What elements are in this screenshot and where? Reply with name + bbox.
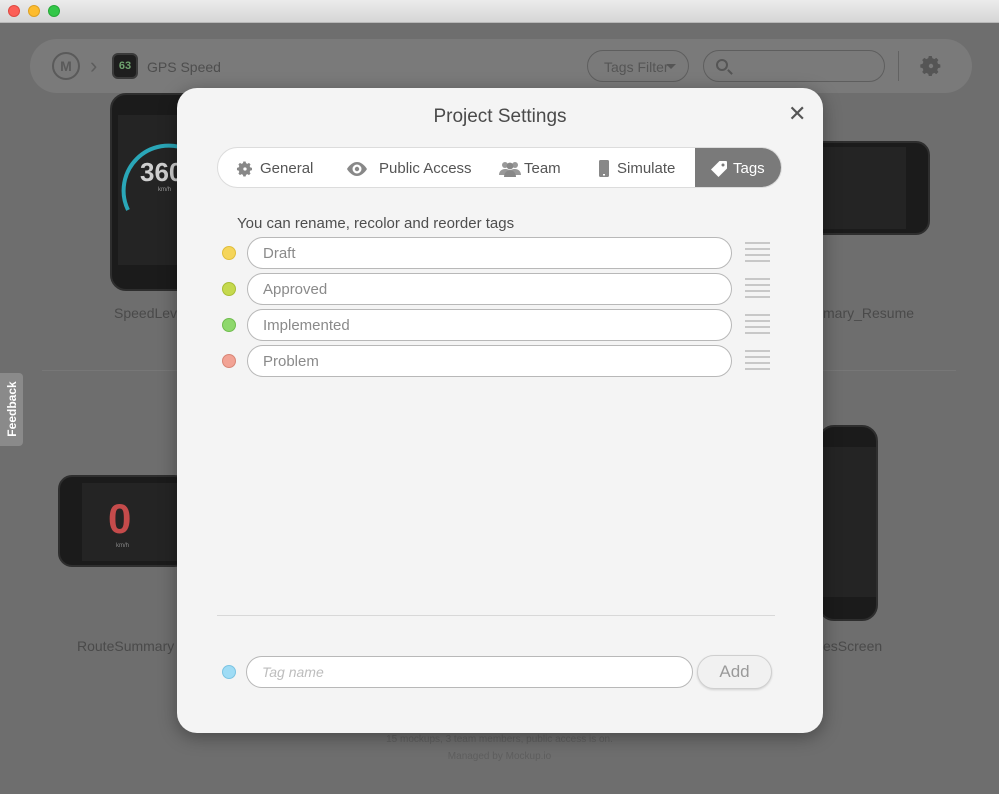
mockup-thumbnail[interactable]: 0 km/h <box>58 475 188 567</box>
tag-color-swatch[interactable] <box>222 246 236 260</box>
dialog-divider <box>217 615 775 616</box>
tab-simulate[interactable]: Simulate <box>599 148 699 187</box>
add-tag-button[interactable]: Add <box>697 655 772 689</box>
tab-label: Team <box>524 160 561 177</box>
drag-handle-icon[interactable] <box>745 314 770 336</box>
gear-icon[interactable] <box>919 54 943 78</box>
tag-color-swatch[interactable] <box>222 318 236 332</box>
mockup-label[interactable]: SpeedLev <box>114 305 177 321</box>
tag-color-swatch[interactable] <box>222 282 236 296</box>
feedback-tab[interactable]: Feedback <box>0 373 23 446</box>
mockup-thumbnail[interactable] <box>818 425 878 621</box>
window-close-button[interactable] <box>8 5 20 17</box>
tag-row <box>217 309 777 341</box>
close-icon[interactable]: ✕ <box>788 103 806 125</box>
mockup-label[interactable]: esScreen <box>823 638 882 654</box>
thumbnail-unit: km/h <box>158 187 172 193</box>
eye-icon <box>347 161 367 176</box>
project-name[interactable]: GPS Speed <box>147 59 221 75</box>
tab-general[interactable]: General <box>218 148 328 187</box>
tab-label: Simulate <box>617 160 676 177</box>
window-titlebar <box>0 0 999 23</box>
feedback-label: Feedback <box>5 381 19 437</box>
app-icon[interactable]: 63 <box>112 53 138 79</box>
new-tag-color-swatch[interactable] <box>222 665 236 679</box>
tab-tags[interactable]: Tags <box>695 148 781 187</box>
tags-filter-dropdown[interactable]: Tags Filter <box>587 50 689 82</box>
breadcrumb-chevron-icon: › <box>90 53 98 78</box>
tag-icon <box>711 160 727 177</box>
tab-label: General <box>260 160 314 177</box>
window-maximize-button[interactable] <box>48 5 60 17</box>
drag-handle-icon[interactable] <box>745 278 770 300</box>
tab-label: Tags <box>733 160 765 177</box>
project-settings-dialog: Project Settings ✕ General Public Access <box>177 88 823 733</box>
toolbar-divider <box>898 51 899 81</box>
tag-name-field[interactable] <box>247 309 732 341</box>
settings-tabbar: General Public Access Team Simulate Tags <box>217 147 782 188</box>
window-minimize-button[interactable] <box>28 5 40 17</box>
tags-filter-label: Tags Filter <box>604 59 669 75</box>
phone-icon <box>599 160 609 177</box>
tab-team[interactable]: Team <box>499 148 579 187</box>
tag-row <box>217 237 777 269</box>
gear-icon <box>236 161 253 176</box>
top-navigation-bar: M › 63 GPS Speed Tags Filter <box>30 39 972 93</box>
new-tag-name-input[interactable] <box>246 656 693 688</box>
mockup-label[interactable]: mary_Resume <box>823 305 914 321</box>
dialog-title: Project Settings <box>433 106 567 127</box>
drag-handle-icon[interactable] <box>745 350 770 372</box>
new-tag-row: Add <box>217 655 777 689</box>
search-icon <box>716 59 728 71</box>
thumbnail-unit: km/h <box>116 543 130 549</box>
tab-public-access[interactable]: Public Access <box>345 148 485 187</box>
mockup-label[interactable]: RouteSummary <box>77 638 174 654</box>
managed-by-text: Managed by Mockup.io <box>447 751 552 762</box>
tag-name-field[interactable] <box>247 345 732 377</box>
tag-color-swatch[interactable] <box>222 354 236 368</box>
tab-label: Public Access <box>379 160 472 177</box>
users-icon <box>499 161 521 177</box>
tag-row <box>217 345 777 377</box>
tag-row <box>217 273 777 305</box>
tag-name-field[interactable] <box>247 237 732 269</box>
search-input[interactable] <box>703 50 885 82</box>
tag-name-field[interactable] <box>247 273 732 305</box>
thumbnail-big-number: 0 <box>108 495 132 542</box>
tags-hint: You can rename, recolor and reorder tags <box>237 215 515 232</box>
mockup-thumbnail[interactable] <box>810 141 930 235</box>
project-summary: 15 mockups, 3 team members, public acces… <box>386 734 613 745</box>
drag-handle-icon[interactable] <box>745 242 770 264</box>
mockup-logo-icon[interactable]: M <box>52 52 80 80</box>
